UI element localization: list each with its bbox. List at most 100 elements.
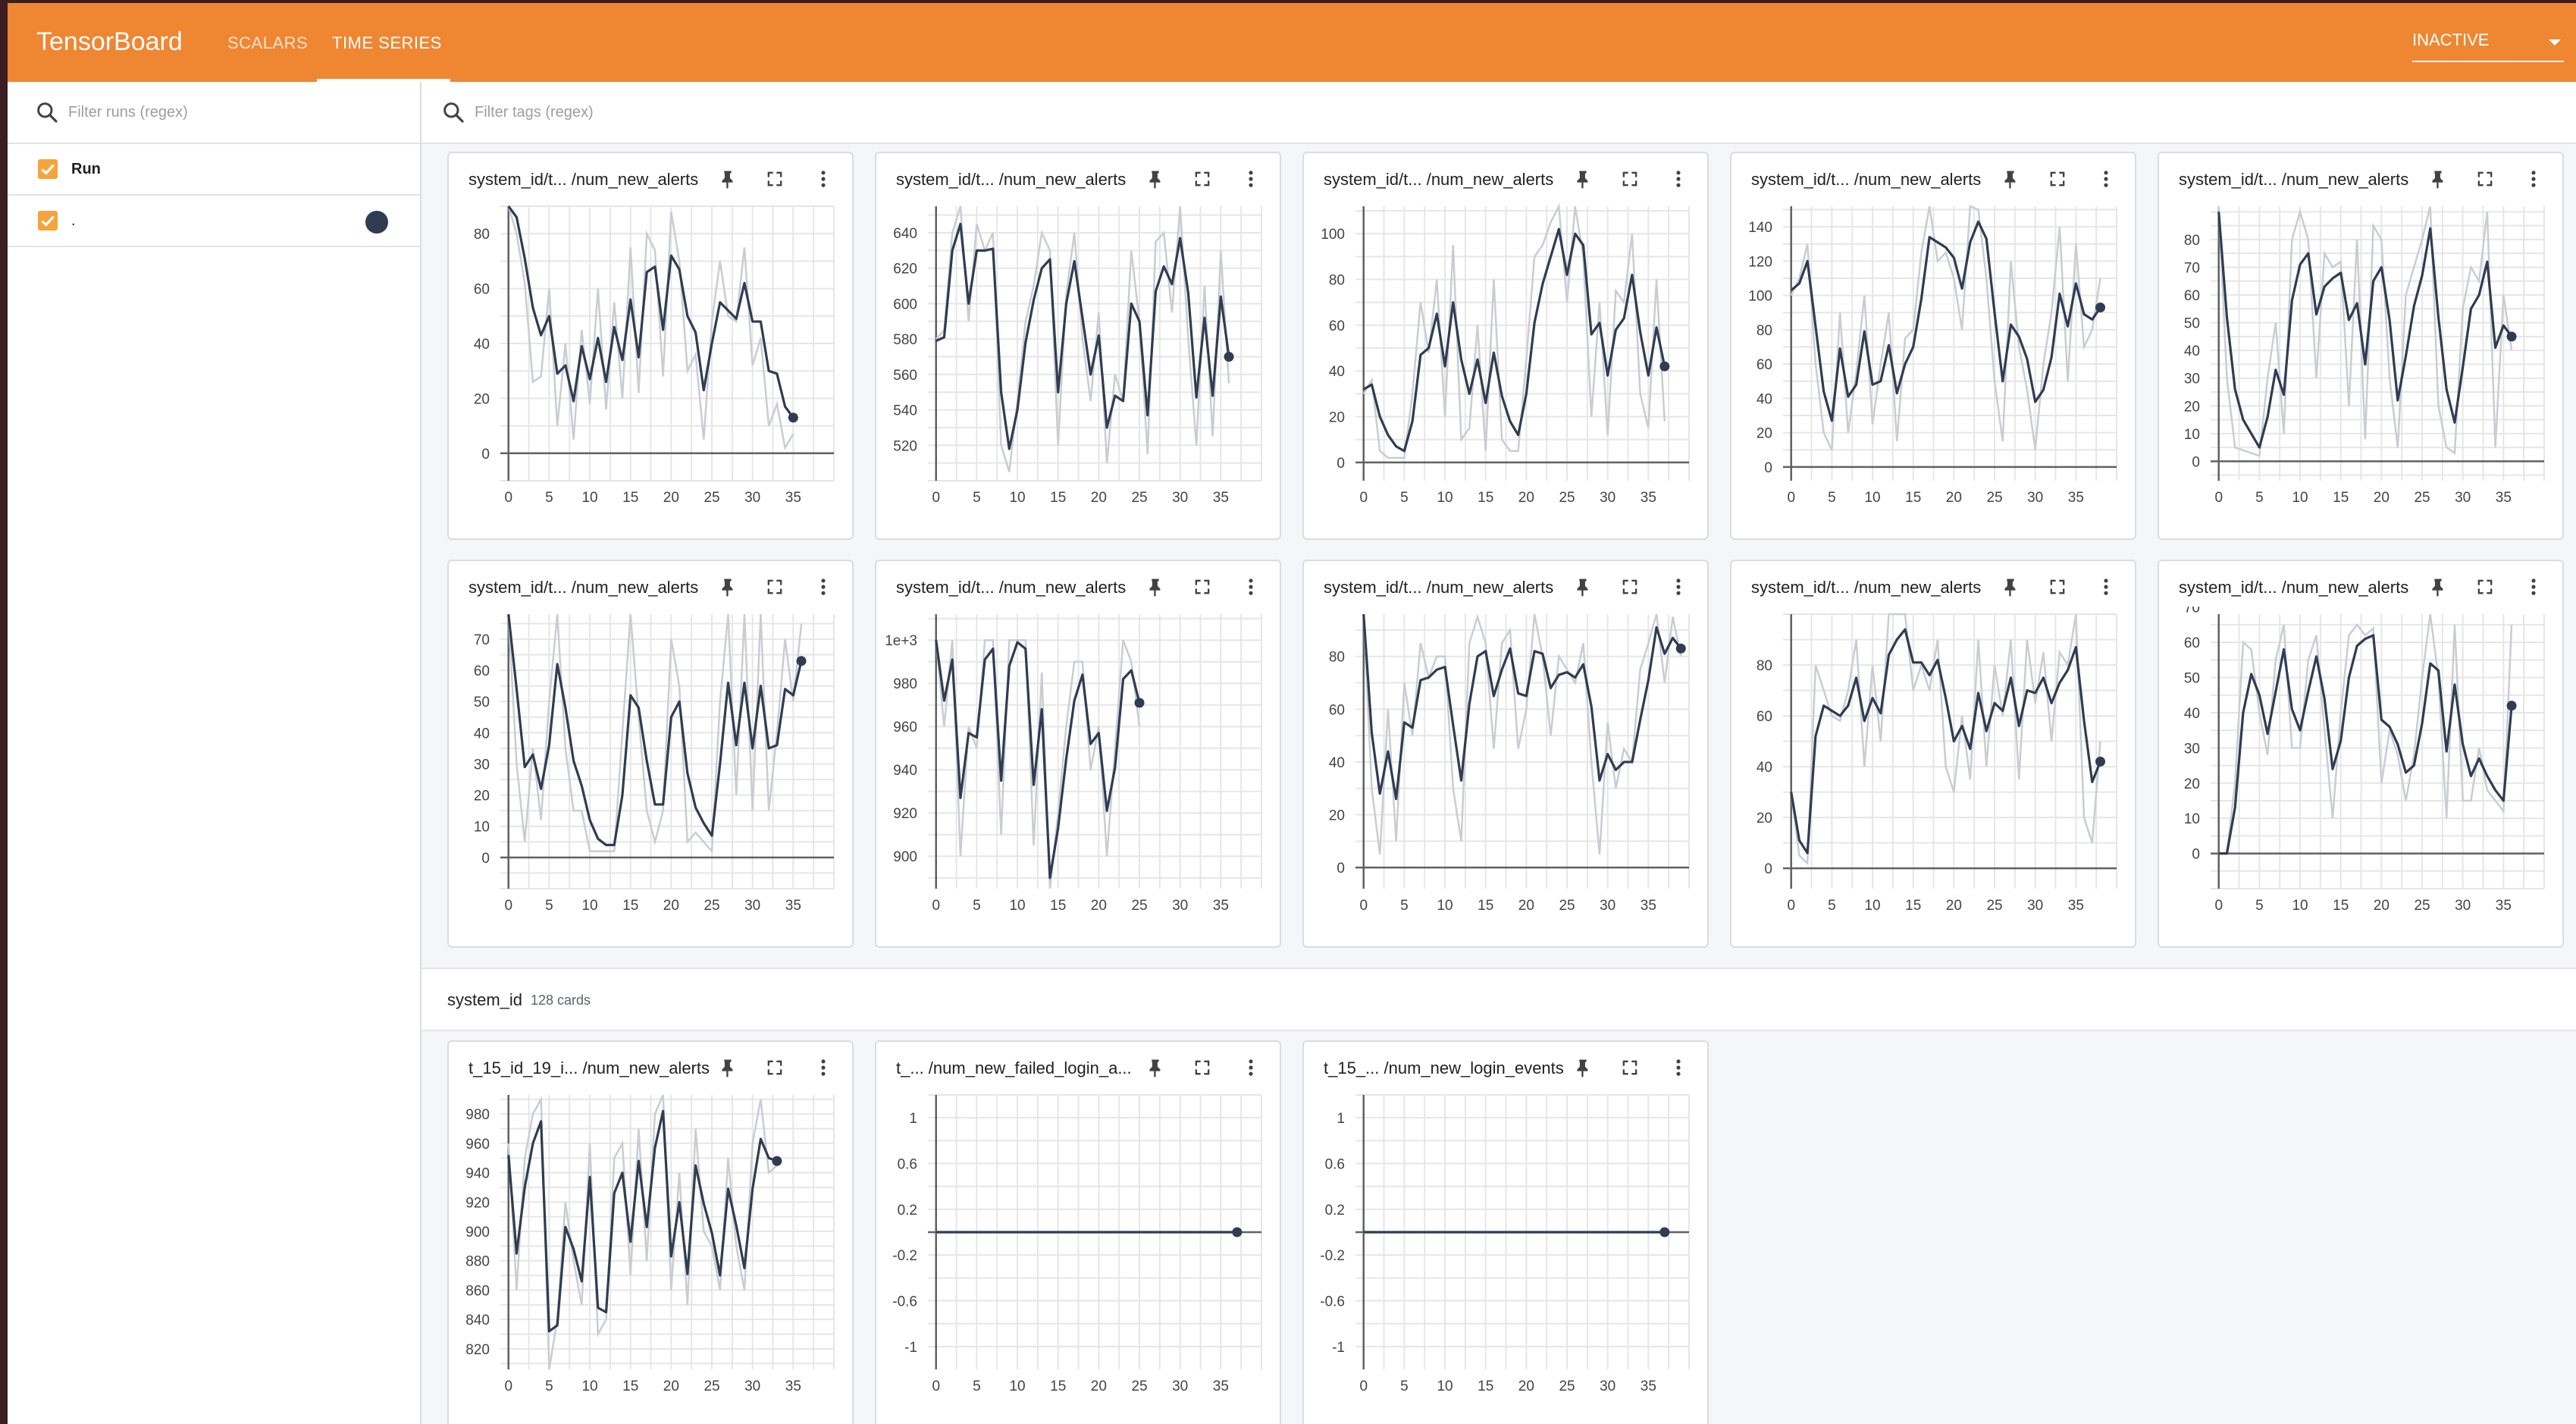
runs-filter-input[interactable] (67, 94, 403, 130)
more-vert-icon (2104, 171, 2108, 187)
x-tick-label: 30 (2027, 490, 2043, 506)
fullscreen-card-button[interactable] (764, 576, 785, 598)
pin-card-button[interactable] (2427, 576, 2449, 598)
y-tick-label: 940 (465, 1166, 490, 1182)
x-tick-label: 30 (2455, 898, 2471, 914)
raw-series-line (1362, 202, 1666, 460)
y-tick-label: 10 (2184, 427, 2200, 443)
x-tick-label: 10 (1009, 490, 1025, 506)
y-tick-label: 560 (893, 368, 917, 384)
y-tick-label: 0 (2192, 454, 2200, 470)
card-menu-button[interactable] (813, 168, 834, 190)
scalar-card: t_15_... /num_new_login_events 0 5 10 15 20 25… (1302, 1040, 1709, 1424)
raw-series-line (1790, 613, 2101, 866)
card-menu-button[interactable] (1668, 168, 1689, 190)
pin-card-button[interactable] (1145, 1057, 1166, 1078)
pin-card-button[interactable] (717, 576, 738, 598)
y-tick-label: 20 (474, 789, 490, 805)
card-title: t_15_id_19_i... /num_new_alerts (469, 1059, 710, 1077)
y-tick-label: 0 (1764, 460, 1772, 476)
fullscreen-card-button[interactable] (1192, 168, 1213, 190)
x-tick-label: 10 (1437, 490, 1453, 506)
fullscreen-card-button[interactable] (2474, 168, 2496, 190)
fullscreen-card-button[interactable] (2047, 168, 2068, 190)
x-tick-label: 0 (1787, 490, 1795, 506)
tab-time-series[interactable]: TIME SERIES (332, 33, 442, 53)
line-chart: 0 5 10 15 20 25 30 35 0 20 40 60 80 (1329, 613, 1690, 914)
tab-scalars[interactable]: SCALARS (227, 33, 308, 53)
fullscreen-card-button[interactable] (1619, 1057, 1641, 1078)
y-tick-label: 0 (1764, 861, 1772, 877)
y-tick-label: 100 (1321, 227, 1345, 243)
x-tick-label: 0 (932, 898, 940, 914)
y-tick-label: 0 (481, 851, 490, 867)
card-menu-button[interactable] (1240, 1057, 1261, 1078)
card-title: system_id/t... /num_new_alerts (2179, 170, 2409, 189)
pin-card-button[interactable] (717, 1057, 738, 1078)
x-tick-label: 10 (1437, 898, 1453, 914)
tags-filter-input[interactable] (473, 94, 1158, 130)
last-point-marker (2506, 331, 2517, 342)
fullscreen-card-button[interactable] (764, 1057, 785, 1078)
tag-group-header[interactable]: system_id 128 cards (421, 968, 2576, 1031)
card-menu-button[interactable] (2523, 168, 2544, 190)
x-tick-label: 20 (1946, 490, 1962, 506)
y-tick-label: 1 (1337, 1111, 1345, 1127)
run-checkbox[interactable] (38, 211, 58, 231)
x-tick-label: 0 (1359, 898, 1368, 914)
card-menu-button[interactable] (1668, 576, 1689, 598)
fullscreen-card-button[interactable] (1619, 576, 1641, 598)
pin-card-button[interactable] (1572, 576, 1594, 598)
pin-card-button[interactable] (1572, 1057, 1594, 1078)
card-menu-button[interactable] (813, 1057, 834, 1078)
y-tick-label: 0.6 (898, 1157, 917, 1173)
fullscreen-card-button[interactable] (1192, 1057, 1213, 1078)
pin-card-button[interactable] (2427, 168, 2449, 190)
pin-card-button[interactable] (1572, 168, 1594, 190)
tensorboard-app: TensorBoard SCALARS TIME SERIES INACTIVE… (8, 3, 2576, 1424)
scalar-card: system_id/t... /num_new_alerts 0 5 10 15 20 25… (2158, 152, 2564, 540)
x-tick-label: 5 (1400, 490, 1409, 506)
scalar-card: system_id/t... /num_new_alerts 0 5 10 15 20 25… (447, 152, 854, 540)
fullscreen-card-button[interactable] (1619, 168, 1641, 190)
tags-filter-row (421, 82, 2576, 144)
y-tick-label: 30 (2184, 741, 2200, 757)
fullscreen-card-button[interactable] (1192, 576, 1213, 598)
card-menu-button[interactable] (813, 576, 834, 598)
plugin-select-dropdown[interactable]: INACTIVE (2412, 30, 2564, 62)
card-menu-button[interactable] (1240, 168, 1261, 190)
card-menu-button[interactable] (1240, 576, 1261, 598)
run-color-swatch[interactable] (365, 211, 388, 234)
x-tick-label: 25 (1559, 490, 1575, 506)
card-menu-button[interactable] (2095, 576, 2117, 598)
scalar-card: system_id/t... /num_new_alerts 0 5 10 15 20 25… (447, 560, 854, 948)
pin-card-button[interactable] (717, 168, 738, 190)
fullscreen-card-button[interactable] (764, 168, 785, 190)
fullscreen-card-button[interactable] (2047, 576, 2068, 598)
runs-sidebar: Run . (8, 82, 421, 1424)
y-tick-label: 70 (474, 632, 490, 648)
pin-card-button[interactable] (2000, 576, 2021, 598)
pin-card-button[interactable] (1145, 576, 1166, 598)
fullscreen-card-button[interactable] (2474, 576, 2496, 598)
y-tick-label: 40 (1757, 391, 1772, 407)
x-tick-label: 20 (1518, 490, 1534, 506)
x-tick-label: 30 (744, 898, 760, 914)
pin-card-button[interactable] (2000, 168, 2021, 190)
y-tick-label: 10 (2184, 811, 2200, 827)
x-tick-label: 5 (1400, 1379, 1409, 1394)
y-tick-label: 900 (465, 1225, 490, 1241)
pin-card-button[interactable] (1145, 168, 1166, 190)
x-tick-label: 15 (622, 898, 638, 914)
card-menu-button[interactable] (1668, 1057, 1689, 1078)
card-menu-button[interactable] (2095, 168, 2117, 190)
y-tick-label: 80 (1757, 323, 1772, 339)
fullscreen-icon (1195, 1060, 1210, 1075)
x-tick-label: 5 (545, 1379, 553, 1394)
y-tick-label: 60 (1329, 702, 1345, 718)
line-chart: 0 5 10 15 20 25 30 35 0 20 40 60 80 100 120 140 (1748, 205, 2117, 506)
more-vert-icon (1249, 171, 1253, 187)
card-menu-button[interactable] (2523, 576, 2544, 598)
x-tick-label: 0 (932, 490, 940, 506)
select-all-runs-checkbox[interactable] (38, 159, 58, 179)
